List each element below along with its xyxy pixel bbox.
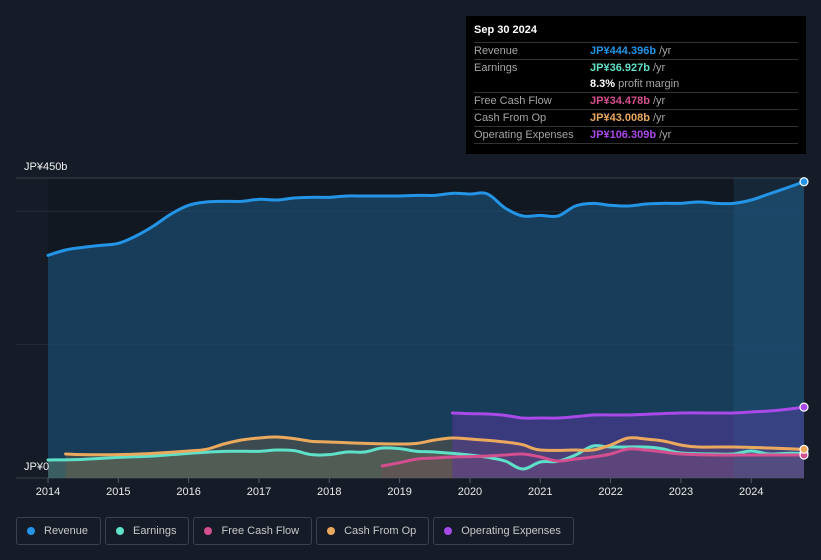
legend-dot-icon — [116, 527, 125, 535]
y-tick-label-zero: JP¥0 — [24, 461, 49, 473]
tooltip-row-label: Operating Expenses — [474, 129, 574, 141]
operating-expenses-end-marker — [799, 402, 809, 412]
tooltip-row-value: JP¥43.008b — [590, 112, 650, 124]
legend-item-revenue[interactable]: Revenue — [16, 517, 102, 545]
highlight-band — [733, 178, 804, 478]
tooltip-row-unit: /yr — [659, 129, 672, 141]
tooltip-row-value: JP¥106.309b — [590, 129, 657, 141]
tooltip-row-label: Cash From Op — [474, 112, 547, 124]
tooltip: Sep 30 2024 Revenue JP¥444.396b/yr Earning… — [466, 16, 806, 154]
legend-dot-icon — [327, 527, 336, 535]
x-tick-label: 2022 — [598, 486, 622, 498]
x-tick-label: 2017 — [247, 486, 271, 498]
revenue-end-marker — [799, 177, 809, 187]
x-tick-label: 2023 — [669, 486, 693, 498]
tooltip-row-value: JP¥444.396b — [590, 45, 657, 57]
x-axis: 2014 2015 2016 2017 2018 2019 2020 2021 2022 2023… — [36, 478, 763, 498]
tooltip-row: Cash From Op JP¥43.008b/yr — [474, 109, 798, 126]
tooltip-row-value: 8.3% — [590, 78, 616, 90]
legend-dot-icon — [444, 527, 453, 535]
x-tick-label: 2018 — [317, 486, 341, 498]
tooltip-row-value: JP¥34.478b — [590, 95, 650, 107]
tooltip-row: Revenue JP¥444.396b/yr — [474, 42, 798, 59]
legend-item-earnings[interactable]: Earnings — [105, 517, 190, 545]
tooltip-row: Free Cash Flow JP¥34.478b/yr — [474, 92, 798, 109]
x-tick-label: 2024 — [739, 486, 763, 498]
tooltip-row: Operating Expenses JP¥106.309b/yr — [474, 126, 798, 144]
x-tick-label: 2020 — [458, 486, 482, 498]
tooltip-row-label: Revenue — [474, 45, 519, 57]
tooltip-row: Earnings JP¥36.927b/yr — [474, 59, 798, 76]
x-tick-label: 2021 — [528, 486, 552, 498]
tooltip-row-value: JP¥36.927b — [590, 62, 650, 74]
tooltip-date: Sep 30 2024 — [474, 24, 537, 36]
x-tick-label: 2014 — [36, 486, 60, 498]
tooltip-row-unit: /yr — [659, 45, 672, 57]
x-tick-label: 2016 — [176, 486, 200, 498]
tooltip-row: 8.3% profit margin — [474, 76, 798, 92]
series-areas — [48, 181, 804, 478]
y-tick-label-top: JP¥450b — [24, 161, 67, 173]
legend-item-operating-expenses[interactable]: Operating Expenses — [433, 517, 574, 545]
legend-label: Cash From Op — [344, 525, 417, 537]
x-tick-label: 2019 — [387, 486, 411, 498]
x-tick-label: 2015 — [106, 486, 130, 498]
legend-label: Free Cash Flow — [221, 525, 300, 537]
tooltip-rows: Revenue JP¥444.396b/yr Earnings JP¥36.927b /… — [474, 42, 798, 144]
tooltip-row-label: Free Cash Flow — [474, 95, 552, 107]
tooltip-row-unit: /yr — [652, 95, 666, 107]
tooltip-row-label — [474, 76, 590, 92]
tooltip-row-unit: /yr — [652, 62, 666, 74]
legend-label: Operating Expenses — [461, 525, 561, 537]
legend-dot-icon — [204, 527, 213, 535]
legend-dot-icon — [27, 527, 35, 535]
tooltip-row-unit: profit margin — [618, 78, 680, 90]
legend-item-cash-from-op[interactable]: Cash From Op — [316, 517, 430, 545]
legend-label: Earnings — [133, 525, 177, 537]
tooltip-row-label: Earnings — [474, 62, 518, 74]
legend-item-free-cash-flow[interactable]: Free Cash Flow — [193, 517, 313, 545]
legend-label: Revenue — [44, 525, 89, 537]
legend: Revenue Earnings Free Cash Flow Cash From O… — [16, 517, 574, 545]
cash-from-op-end-marker — [799, 444, 809, 454]
tooltip-row-unit: /yr — [652, 112, 666, 124]
